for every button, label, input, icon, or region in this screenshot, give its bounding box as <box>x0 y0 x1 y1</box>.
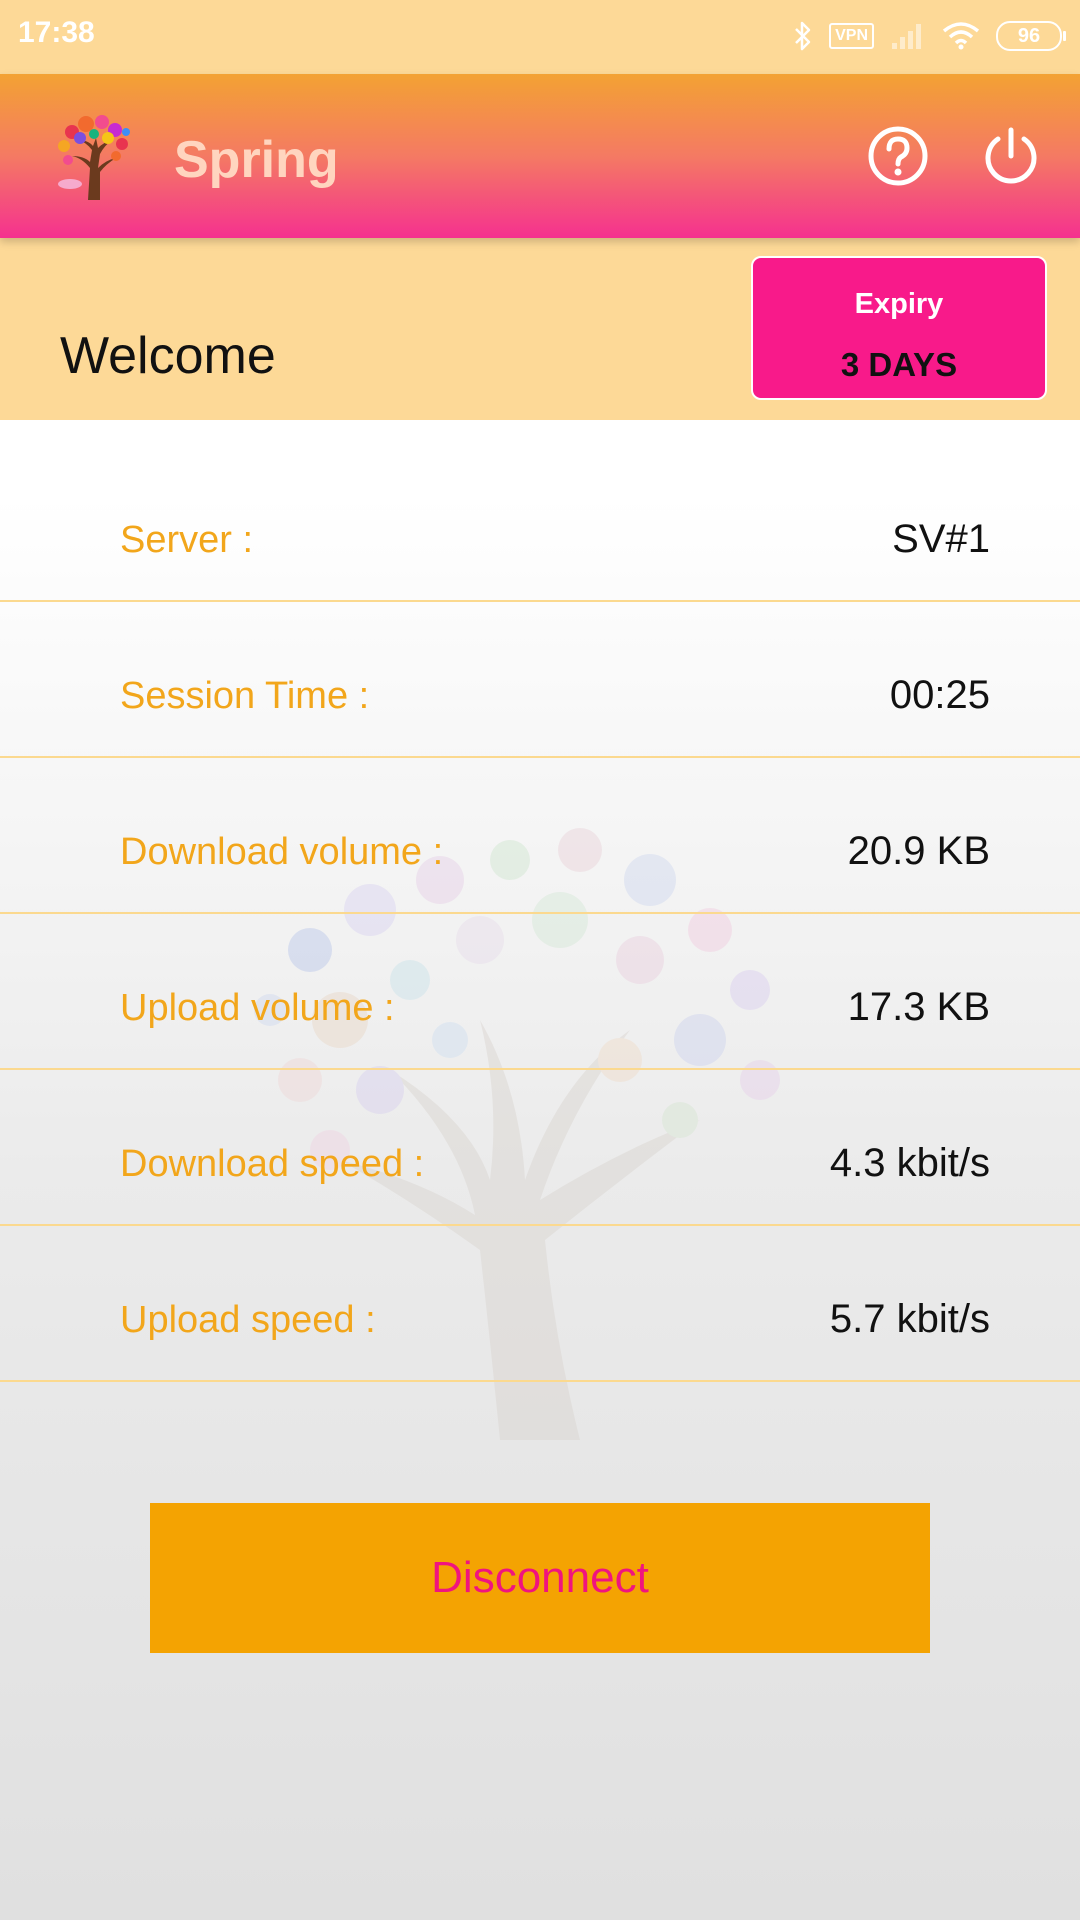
stat-value: SV#1 <box>892 517 990 561</box>
stat-row-download-speed: Download speed : 4.3 kbit/s <box>0 1070 1080 1226</box>
status-icons: VPN 96 <box>793 18 1066 54</box>
stat-row-session-time: Session Time : 00:25 <box>0 602 1080 758</box>
stat-row-upload-volume: Upload volume : 17.3 KB <box>0 914 1080 1070</box>
stat-label: Session Time : <box>120 675 370 717</box>
help-button[interactable] <box>866 124 930 188</box>
expiry-value: 3 DAYS <box>840 346 958 383</box>
welcome-text: Welcome <box>60 327 276 385</box>
disconnect-button[interactable]: Disconnect <box>150 1503 930 1653</box>
expiry-badge: Expiry 3 DAYS <box>751 256 1047 400</box>
stat-value: 5.7 kbit/s <box>829 1297 990 1341</box>
bluetooth-icon <box>795 21 811 51</box>
welcome-strip: Welcome Expiry 3 DAYS <box>0 238 1080 420</box>
signal-icon <box>892 24 921 49</box>
stat-label: Download speed : <box>120 1143 425 1185</box>
stat-label: Server : <box>120 519 254 561</box>
stats-list: Server : SV#1 Session Time : 00:25 Downl… <box>0 420 1080 1382</box>
stat-label: Upload speed : <box>120 1299 376 1341</box>
help-icon <box>868 126 928 186</box>
status-time: 17:38 <box>18 16 95 49</box>
power-icon <box>985 127 1037 184</box>
vpn-icon: VPN <box>829 23 874 49</box>
stat-row-download-volume: Download volume : 20.9 KB <box>0 758 1080 914</box>
app-bar: Spring <box>0 74 1080 238</box>
stat-row-upload-speed: Upload speed : 5.7 kbit/s <box>0 1226 1080 1382</box>
app-title: Spring <box>174 131 339 189</box>
stat-label: Download volume : <box>120 831 444 873</box>
status-bar: 17:38 VPN 96 <box>0 0 1080 74</box>
stat-value: 17.3 KB <box>847 985 990 1029</box>
app-logo <box>58 115 130 200</box>
stat-value: 00:25 <box>889 673 990 717</box>
wifi-icon <box>942 22 980 50</box>
main-content: Server : SV#1 Session Time : 00:25 Downl… <box>0 420 1080 1920</box>
expiry-label: Expiry <box>854 288 944 320</box>
stat-value: 4.3 kbit/s <box>829 1141 990 1185</box>
stat-value: 20.9 KB <box>847 829 990 873</box>
stat-row-server: Server : SV#1 <box>0 420 1080 602</box>
power-button[interactable] <box>979 124 1043 188</box>
stat-label: Upload volume : <box>120 987 395 1029</box>
battery-icon: 96 <box>996 21 1066 51</box>
